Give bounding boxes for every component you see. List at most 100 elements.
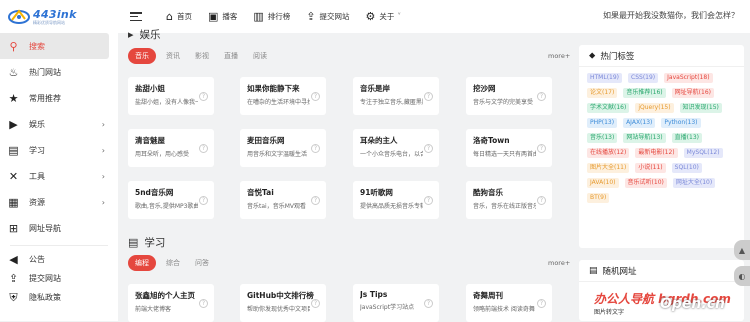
- more-link-study[interactable]: more+: [548, 259, 570, 267]
- sidebar-item-label: 网址导航: [29, 223, 61, 233]
- info-icon[interactable]: ?: [311, 196, 320, 205]
- tab-ent-3[interactable]: 直播: [219, 48, 243, 64]
- site-card[interactable]: 91听歌网 提供高品质无损音乐专辑?: [353, 181, 439, 219]
- tag-chip[interactable]: 小说(11): [635, 163, 666, 173]
- tag-chip[interactable]: 最新电影(12): [635, 148, 678, 158]
- tab-study-0[interactable]: 编程: [128, 255, 156, 271]
- tab-study-2[interactable]: 问答: [190, 255, 214, 271]
- info-icon[interactable]: ?: [199, 144, 208, 153]
- logo-icon: [8, 8, 30, 26]
- sidebar-item-6[interactable]: ▦ 资源 ›: [0, 189, 118, 215]
- site-card[interactable]: 奇舞周刊 领略前端技术 阅读奇舞?: [466, 284, 552, 322]
- tag-chip[interactable]: 直播(13): [671, 133, 702, 143]
- site-card[interactable]: 如果你能静下来 在嘈杂的生活环境中寻找?: [240, 77, 326, 115]
- site-card[interactable]: 清音魅屋 用耳朵听，用心感受?: [128, 129, 214, 167]
- site-card[interactable]: 麦田音乐网 用音乐和文字温暖生活?: [240, 129, 326, 167]
- info-icon[interactable]: ?: [424, 92, 433, 101]
- logo[interactable]: 443ink 精彩优质导航网站: [0, 0, 118, 33]
- tag-chip[interactable]: CSS(19): [628, 73, 659, 83]
- site-card[interactable]: 耳朵的主人 一个小众音乐电台，以合?: [353, 129, 439, 167]
- megaphone-icon: ◀: [9, 253, 18, 266]
- sidebar-bottom-item-0[interactable]: ◀ 公告: [0, 250, 118, 269]
- tab-ent-1[interactable]: 资讯: [161, 48, 185, 64]
- sidebar-item-7[interactable]: ⊞ 网址导航: [0, 215, 118, 241]
- shield-icon: ⛨: [9, 290, 18, 304]
- sidebar-item-0[interactable]: ⚲ 搜索: [0, 33, 109, 59]
- info-icon[interactable]: ?: [311, 92, 320, 101]
- tag-chip[interactable]: jQuery(15): [635, 103, 674, 113]
- info-icon[interactable]: ?: [311, 299, 320, 308]
- nav-link-2[interactable]: ▥ 排行榜: [253, 10, 290, 23]
- tag-chip[interactable]: MySQL(12): [683, 148, 723, 158]
- tag-chip[interactable]: 知识发现(15): [679, 103, 722, 113]
- nav-link-0[interactable]: ⌂ 首页: [166, 10, 192, 23]
- tag-chip[interactable]: 音乐推荐(16): [623, 88, 666, 98]
- info-icon[interactable]: ?: [424, 299, 433, 308]
- sidebar-item-4[interactable]: ▤ 学习 ›: [0, 137, 118, 163]
- site-card-title: 耳朵的主人: [360, 136, 398, 145]
- tag-chip[interactable]: AJAX(13): [623, 118, 656, 128]
- site-card[interactable]: 挖沙网音乐与文学的完美享受?: [466, 77, 552, 115]
- info-icon[interactable]: ?: [199, 92, 208, 101]
- site-card[interactable]: 音悦Tai 音乐tai，音乐MV观看?: [240, 181, 326, 219]
- tag-chip[interactable]: PHP(13): [587, 118, 618, 128]
- sidebar-item-3[interactable]: ▶ 娱乐 ›: [0, 111, 118, 137]
- site-card[interactable]: 5nd音乐网 歌曲,音乐,提供MP3歌曲?: [128, 181, 214, 219]
- nav-link-3[interactable]: ⇪ 提交网站: [306, 10, 349, 23]
- site-card-title: 挖沙网: [473, 84, 496, 93]
- site-card-desc: 音乐与文学的完美享受: [473, 99, 534, 106]
- tag-chip[interactable]: Python(13): [661, 118, 701, 128]
- site-card-title: 如果你能静下来: [247, 84, 300, 93]
- info-icon[interactable]: ?: [537, 144, 546, 153]
- info-icon[interactable]: ?: [424, 144, 433, 153]
- tag-chip[interactable]: JavaScript(18): [664, 73, 713, 83]
- tag-chip[interactable]: 网址导航(16): [671, 88, 714, 98]
- tab-ent-0[interactable]: 音乐: [128, 48, 156, 64]
- tab-ent-2[interactable]: 影视: [190, 48, 214, 64]
- info-icon[interactable]: ?: [537, 196, 546, 205]
- tab-study-1[interactable]: 综合: [161, 255, 185, 271]
- tag-chip[interactable]: 音乐(13): [587, 133, 618, 143]
- more-link-entertainment[interactable]: more+: [548, 52, 570, 60]
- tag-chip[interactable]: HTML(19): [587, 73, 623, 83]
- sidebar-item-label: 提交网站: [29, 274, 61, 283]
- site-card[interactable]: 张鑫旭的个人主页 前端大佬博客?: [128, 284, 214, 322]
- tag-chip[interactable]: 音乐试听(10): [624, 178, 667, 188]
- sidebar-item-1[interactable]: ♨ 热门网站: [0, 59, 118, 85]
- site-card[interactable]: 盐甜小姐盐甜小姐，没有人像我一样?: [128, 77, 214, 115]
- sidebar-item-2[interactable]: ★ 常用推荐: [0, 85, 118, 111]
- info-icon[interactable]: ?: [537, 92, 546, 101]
- tag-chip[interactable]: 网站导航(13): [623, 133, 666, 143]
- scroll-up-button[interactable]: ▲: [734, 240, 750, 260]
- tab-ent-4[interactable]: 阅读: [248, 48, 272, 64]
- site-card-title: 音悦Tai: [247, 188, 274, 197]
- tag-chip[interactable]: BT(9): [587, 193, 610, 203]
- tag-chip[interactable]: 网址大全(10): [672, 178, 716, 188]
- sidebar-item-5[interactable]: ✕ 工具 ›: [0, 163, 118, 189]
- info-icon[interactable]: ?: [199, 299, 208, 308]
- tag-chip[interactable]: 在线播放(12): [587, 148, 630, 158]
- site-card[interactable]: Js Tips JavaScript学习站点?: [353, 284, 439, 322]
- menu-toggle-icon[interactable]: [130, 12, 142, 21]
- tag-chip[interactable]: SQL(10): [671, 163, 702, 173]
- tag-chip[interactable]: 学术文献(16): [587, 103, 630, 113]
- site-card[interactable]: 洛奇Town 每日精选一天只有两首曲?: [466, 129, 552, 167]
- info-icon[interactable]: ?: [311, 144, 320, 153]
- info-icon[interactable]: ?: [537, 299, 546, 308]
- theme-toggle-button[interactable]: ◐: [734, 266, 750, 286]
- site-card-title: 91听歌网: [360, 188, 393, 197]
- info-icon[interactable]: ?: [424, 196, 433, 205]
- site-card[interactable]: GitHub中文排行榜 帮助你发现优秀中文项目?: [240, 284, 326, 322]
- sidebar-item-label: 热门网站: [29, 67, 61, 77]
- tag-chip[interactable]: 论文(17): [587, 88, 618, 98]
- info-icon[interactable]: ?: [199, 196, 208, 205]
- nav-link-1[interactable]: ▣ 播客: [208, 10, 237, 23]
- site-card[interactable]: 音乐是岸 专注于独立音乐,藏匿黑胶?: [353, 77, 439, 115]
- tag-chip[interactable]: JAVA(10): [587, 178, 619, 188]
- nav-link-4[interactable]: ⚙ 关于 ˅: [366, 10, 402, 23]
- tag-chip[interactable]: 图片大全(11): [587, 163, 630, 173]
- site-card-desc: 用音乐和文字温暖生活: [247, 151, 308, 158]
- sidebar-bottom-item-2[interactable]: ⛨ 隐私政策: [0, 288, 118, 307]
- sidebar-bottom-item-1[interactable]: ⇪ 提交网站: [0, 269, 118, 288]
- site-card[interactable]: 酷狗音乐音乐，音乐在线正版音乐网?: [466, 181, 552, 219]
